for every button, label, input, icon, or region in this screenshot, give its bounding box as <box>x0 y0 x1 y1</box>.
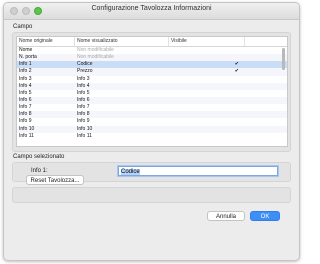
original-name-cell: Info 2 <box>19 68 32 75</box>
dialog-window: Configurazione Tavolozza Informazioni Ca… <box>3 2 300 261</box>
original-name-cell: Info 4 <box>19 82 32 89</box>
display-name-cell[interactable]: Info 10 <box>75 126 169 133</box>
empty-panel <box>12 187 291 203</box>
window-title: Configurazione Tavolozza Informazioni <box>91 5 212 12</box>
reset-palette-button[interactable]: Reset Tavolozza... <box>26 175 84 185</box>
visible-checkbox[interactable] <box>169 104 245 111</box>
display-name-cell[interactable]: Non modificabile <box>75 47 169 54</box>
display-name-cell[interactable]: Info 7 <box>75 104 169 111</box>
fields-table[interactable]: Nome originale Nome visualizzato Visibil… <box>16 36 288 147</box>
display-name-input[interactable]: Codice <box>118 166 278 176</box>
vertical-scrollbar[interactable] <box>282 48 285 70</box>
table-row[interactable]: N. porta Non modificabile <box>17 54 287 62</box>
title-bar: Configurazione Tavolozza Informazioni <box>4 3 299 20</box>
original-name-cell: Info 8 <box>19 111 32 118</box>
table-row[interactable]: Info 11 Info 11 <box>17 133 287 140</box>
display-name-cell[interactable]: Info 8 <box>75 111 169 118</box>
visible-checkbox[interactable] <box>169 90 245 97</box>
table-row[interactable]: Nome Non modificabile <box>17 47 287 54</box>
display-name-cell[interactable]: Non modificabile <box>75 54 169 61</box>
table-row[interactable]: Info 5 Info 5 <box>17 90 287 97</box>
table-row[interactable]: Info 3 Info 3 <box>17 76 287 83</box>
original-name-cell: Info 10 <box>19 125 35 132</box>
table-header: Nome originale Nome visualizzato Visibil… <box>17 37 287 47</box>
original-name-cell: Info 7 <box>19 104 32 111</box>
display-name-cell[interactable]: Info 4 <box>75 83 169 90</box>
table-row[interactable]: Info 8 Info 8 <box>17 111 287 119</box>
display-name-cell[interactable]: Codice <box>75 61 169 68</box>
original-name-cell: Info 5 <box>19 89 32 96</box>
table-row[interactable]: Info 6 Info 6 <box>17 96 287 105</box>
campo-group: Nome originale Nome visualizzato Visibil… <box>12 32 291 152</box>
table-row[interactable]: Info 4 Info 4 <box>17 82 287 90</box>
column-header-display[interactable]: Nome visualizzato <box>75 37 169 46</box>
visible-checkbox[interactable] <box>169 54 245 61</box>
visible-checkbox[interactable]: ✔ <box>169 68 245 75</box>
visible-checkbox[interactable] <box>169 118 245 125</box>
column-header-original[interactable]: Nome originale <box>17 37 75 46</box>
visible-checkbox[interactable] <box>169 76 245 83</box>
display-name-cell[interactable]: Info 6 <box>75 97 169 104</box>
selected-field-label: Info 1: <box>31 168 48 174</box>
campo-section-label: Campo <box>13 24 33 30</box>
table-body: Nome Non modificabile N. porta Non modifica… <box>17 47 287 140</box>
visible-checkbox[interactable] <box>169 133 245 140</box>
visible-checkbox[interactable]: ✔ <box>169 61 245 68</box>
table-row[interactable]: Info 1 Codice ✔ <box>17 61 287 69</box>
original-name-cell: Info 6 <box>19 96 32 103</box>
original-name-cell: Info 9 <box>19 118 32 125</box>
table-row[interactable]: Info 7 Info 7 <box>17 104 287 111</box>
visible-checkbox[interactable] <box>169 47 245 54</box>
display-name-cell[interactable]: Prezzo <box>75 68 169 75</box>
original-name-cell: Info 11 <box>19 132 34 139</box>
display-name-cell[interactable]: Info 5 <box>75 90 169 97</box>
original-name-cell: Nome <box>19 47 33 53</box>
display-name-cell[interactable]: Info 9 <box>75 118 169 125</box>
visible-checkbox[interactable] <box>169 97 245 104</box>
table-row[interactable]: Info 9 Info 9 <box>17 118 287 125</box>
table-row[interactable]: Info 10 Info 10 <box>17 125 287 133</box>
original-name-cell: N. porta <box>19 54 37 61</box>
display-name-cell[interactable]: Info 11 <box>75 133 169 140</box>
original-name-cell: Info 1 <box>19 61 32 68</box>
original-name-cell: Info 3 <box>19 75 32 82</box>
visible-checkbox[interactable] <box>169 126 245 133</box>
cancel-button[interactable]: Annulla <box>207 211 245 221</box>
table-row[interactable]: Info 2 Prezzo ✔ <box>17 68 287 76</box>
visible-checkbox[interactable] <box>169 83 245 90</box>
display-name-value: Codice <box>121 169 140 175</box>
display-name-cell[interactable]: Info 3 <box>75 76 169 83</box>
column-header-visible[interactable]: Visibile <box>169 37 245 46</box>
visible-checkbox[interactable] <box>169 111 245 118</box>
selected-field-section-label: Campo selezionato <box>13 154 65 160</box>
ok-button[interactable]: OK <box>250 211 280 221</box>
